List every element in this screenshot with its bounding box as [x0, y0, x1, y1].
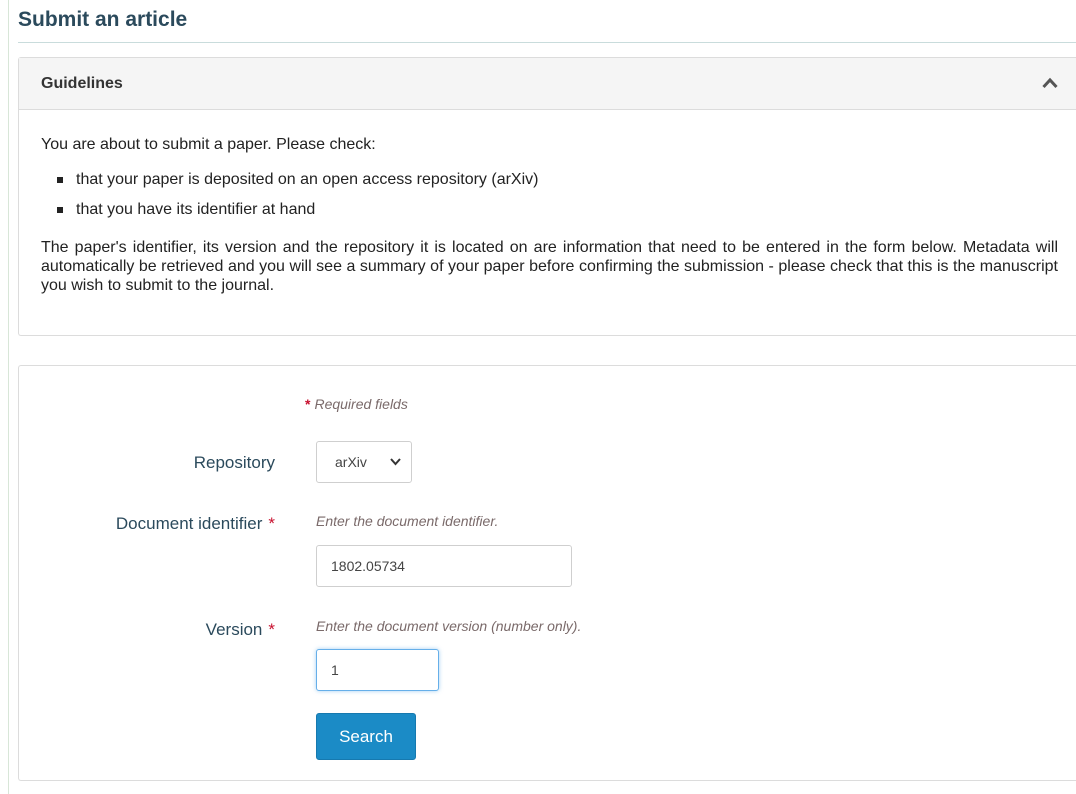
- guidelines-title: Guidelines: [41, 75, 123, 92]
- checklist-item-text: that your paper is deposited on an open …: [76, 171, 539, 188]
- bullet-icon: [57, 177, 63, 183]
- version-label-text: Version: [205, 620, 263, 639]
- required-mark: *: [268, 514, 275, 533]
- document-identifier-label: Document identifier *: [116, 514, 275, 534]
- page-title: Submit an article: [18, 8, 188, 31]
- title-divider: [18, 42, 1076, 43]
- guidelines-explanation: The paper's identifier, its version and …: [41, 239, 1058, 294]
- submission-form: * Required fields Repository arXiv Docume…: [18, 365, 1076, 781]
- checklist-item-text: that you have its identifier at hand: [76, 201, 316, 218]
- required-mark: *: [268, 620, 275, 639]
- required-note-text: Required fields: [314, 396, 408, 412]
- required-fields-note: * Required fields: [305, 396, 408, 412]
- document-identifier-help: Enter the document identifier.: [316, 513, 499, 529]
- version-input[interactable]: [316, 649, 439, 691]
- checklist-item: that you have its identifier at hand: [57, 200, 538, 230]
- chevron-up-icon[interactable]: [1042, 76, 1058, 90]
- repository-label-text: Repository: [193, 453, 275, 472]
- search-button[interactable]: Search: [316, 713, 416, 760]
- repository-select[interactable]: arXiv: [316, 441, 412, 483]
- guidelines-checklist: that your paper is deposited on an open …: [57, 170, 539, 230]
- repository-label: Repository: [194, 453, 275, 473]
- page-left-border: [8, 0, 9, 794]
- document-identifier-label-text: Document identifier: [115, 514, 263, 533]
- bullet-icon: [57, 207, 63, 213]
- required-star: *: [305, 396, 311, 412]
- document-identifier-input[interactable]: [316, 545, 572, 587]
- guidelines-panel: Guidelines You are about to submit a pap…: [18, 57, 1076, 336]
- version-label: Version *: [206, 620, 275, 640]
- repository-select-value: arXiv: [335, 454, 367, 470]
- guidelines-intro: You are about to submit a paper. Please …: [41, 136, 376, 153]
- chevron-down-icon: [390, 458, 401, 466]
- version-help: Enter the document version (number only)…: [316, 618, 582, 634]
- guidelines-header[interactable]: Guidelines: [19, 58, 1076, 110]
- checklist-item: that your paper is deposited on an open …: [57, 170, 539, 200]
